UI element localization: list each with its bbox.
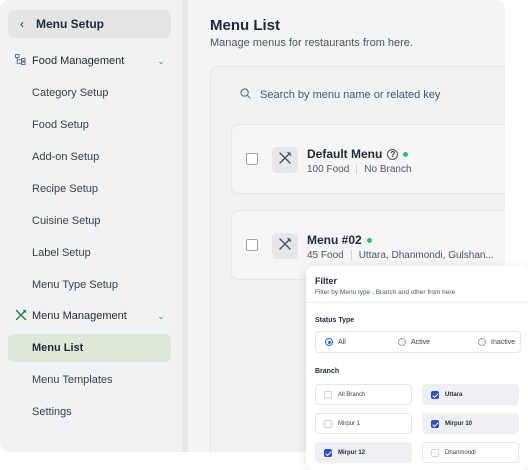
status-option-active[interactable]: Active xyxy=(398,338,430,346)
sidebar-item-food-setup[interactable]: Food Setup xyxy=(8,111,171,139)
chevron-down-icon[interactable]: ⌄ xyxy=(151,56,171,67)
page-title: Menu List xyxy=(210,17,280,34)
sidebar-group-menu-management[interactable]: Menu Management ⌄ xyxy=(8,302,171,330)
branch-option-dhanmondi[interactable]: Dhanmondi xyxy=(422,442,519,463)
status-option-all[interactable]: All xyxy=(325,338,346,346)
checkbox[interactable] xyxy=(324,390,332,399)
sidebar-group-food-management[interactable]: Food Management ⌄ xyxy=(8,47,171,75)
utensils-icon xyxy=(15,309,32,324)
branch-list: No Branch xyxy=(364,164,412,175)
utensils-icon xyxy=(272,147,298,173)
status-option-label: Active xyxy=(411,338,431,346)
sidebar-item-label-setup[interactable]: Label Setup xyxy=(8,239,171,267)
back-arrow-icon[interactable]: ‹ xyxy=(8,17,36,31)
sidebar-item-settings[interactable]: Settings xyxy=(8,398,171,426)
row-checkbox[interactable] xyxy=(246,239,258,251)
sidebar-header[interactable]: ‹ Menu Setup xyxy=(8,10,171,38)
radio-selected[interactable] xyxy=(325,338,333,346)
branch-option-label: Mirpur 12 xyxy=(338,449,366,456)
status-option-label: Inactive xyxy=(491,338,516,346)
branch-option-all-branch[interactable]: All Branch xyxy=(315,384,412,405)
sidebar-item-menu-templates[interactable]: Menu Templates xyxy=(8,366,171,394)
branch-option-label: Mirpur 1 xyxy=(338,420,361,427)
branch-option-label: All Branch xyxy=(338,391,366,398)
branch-option-uttara[interactable]: Uttara xyxy=(422,384,519,405)
filter-popup: Filter Filter by Menu type , Branch and … xyxy=(306,266,528,470)
sidebar-item-menu-list[interactable]: Menu List xyxy=(8,334,171,362)
sidebar-group-label: Menu Management xyxy=(32,310,127,322)
info-icon[interactable]: ? xyxy=(387,149,399,161)
status-type-group: All Active Inactive xyxy=(315,331,521,353)
branch-option-label: Dhanmondi xyxy=(445,449,476,456)
branch-option-label: Mirpur 10 xyxy=(445,420,473,427)
sidebar-group-label: Food Management xyxy=(32,55,125,67)
menu-meta: 100 Food No Branch xyxy=(307,164,412,175)
sidebar-item-category-setup[interactable]: Category Setup xyxy=(8,79,171,107)
sidebar-item-addon-setup[interactable]: Add-on Setup xyxy=(8,143,171,171)
status-option-label: All xyxy=(338,338,346,346)
sidebar-title: Menu Setup xyxy=(36,17,104,31)
status-dot xyxy=(403,152,409,158)
food-count: 45 Food xyxy=(307,250,344,261)
status-option-inactive[interactable]: Inactive xyxy=(478,338,515,346)
page-subtitle: Manage menus for restaurants from here. xyxy=(210,37,413,49)
sidebar-item-recipe-setup[interactable]: Recipe Setup xyxy=(8,175,171,203)
checkbox-checked[interactable] xyxy=(324,448,332,457)
checkbox-checked[interactable] xyxy=(431,419,439,428)
checkbox[interactable] xyxy=(431,448,439,457)
utensils-icon xyxy=(272,233,298,259)
menu-name-row: Menu #02 xyxy=(307,233,372,247)
menu-card[interactable]: Default Menu? 100 Food No Branch xyxy=(231,124,505,194)
menu-meta: 45 Food Uttara, Dhanmondi, Gulshan... xyxy=(307,250,494,261)
status-type-label: Status Type xyxy=(315,317,355,324)
radio[interactable] xyxy=(478,338,486,346)
menu-name-row: Default Menu? xyxy=(307,147,409,161)
status-dot xyxy=(366,238,372,244)
sidebar-item-menu-type-setup[interactable]: Menu Type Setup xyxy=(8,271,171,299)
row-checkbox[interactable] xyxy=(246,153,258,165)
search-bar[interactable]: Search by menu name or related key xyxy=(240,88,440,102)
radio[interactable] xyxy=(398,338,406,346)
search-input[interactable]: Search by menu name or related key xyxy=(260,89,440,101)
checkbox-checked[interactable] xyxy=(431,390,439,399)
branch-option-label: Uttara xyxy=(445,391,463,398)
branch-option-mirpur-1[interactable]: Mirpur 1 xyxy=(315,413,412,434)
branch-label: Branch xyxy=(315,368,340,375)
sidebar-item-cuisine-setup[interactable]: Cuisine Setup xyxy=(8,207,171,235)
filter-divider xyxy=(306,302,528,303)
checkbox[interactable] xyxy=(324,419,332,428)
filter-title: Filter xyxy=(315,276,338,286)
meta-divider xyxy=(356,164,358,175)
branch-option-mirpur-12[interactable]: Mirpur 12 xyxy=(315,442,412,463)
menu-name[interactable]: Default Menu xyxy=(307,147,382,161)
branch-option-mirpur-10[interactable]: Mirpur 10 xyxy=(422,413,519,434)
chevron-down-icon[interactable]: ⌄ xyxy=(151,311,171,322)
filter-subtitle: Filter by Menu type , Branch and other f… xyxy=(315,289,456,296)
menu-name[interactable]: Menu #02 xyxy=(307,233,362,247)
food-count: 100 Food xyxy=(307,164,350,175)
search-icon xyxy=(240,88,260,102)
hierarchy-icon xyxy=(15,54,32,68)
meta-divider xyxy=(350,250,352,261)
branch-list: Uttara, Dhanmondi, Gulshan... xyxy=(358,250,494,261)
sidebar: ‹ Menu Setup Food Management ⌄ Category … xyxy=(0,0,182,452)
